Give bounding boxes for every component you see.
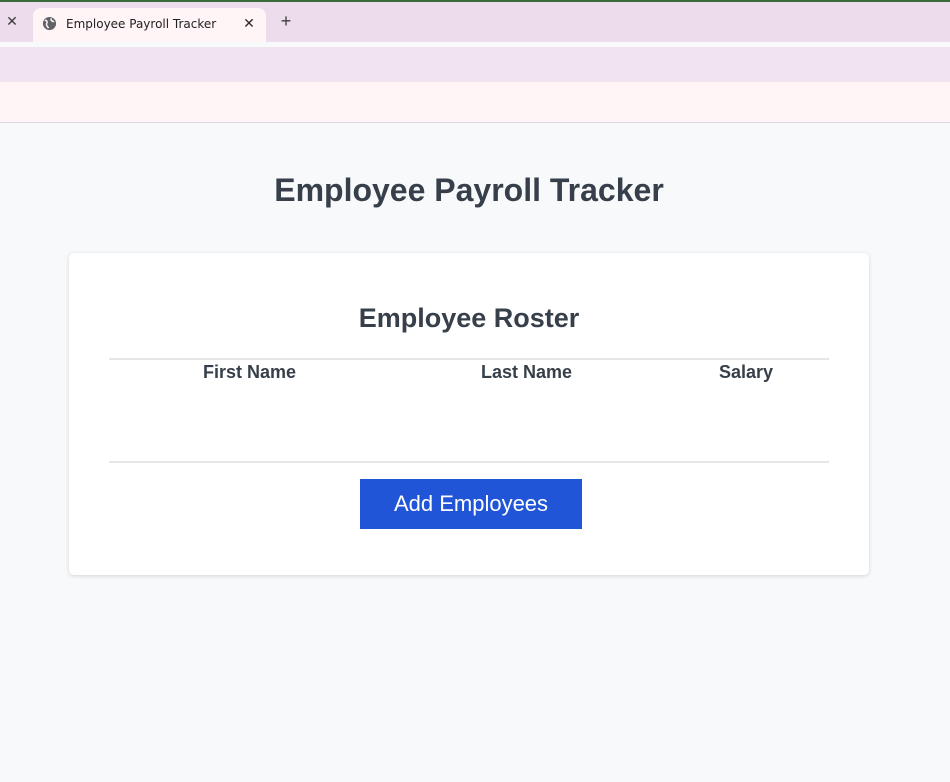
- roster-card: Employee Roster First Name Last Name Sal…: [69, 253, 869, 575]
- column-header-last-name: Last Name: [481, 362, 573, 382]
- tab-bar: ✕ Employee Payroll Tracker ✕ +: [0, 2, 950, 42]
- address-toolbar: [0, 47, 950, 82]
- plus-icon[interactable]: +: [277, 12, 295, 31]
- column-header-salary: Salary: [719, 362, 774, 382]
- table-header-divider: [109, 358, 829, 360]
- table-bottom-divider: [109, 461, 829, 463]
- bookmarks-bar: [0, 82, 950, 123]
- previous-tab-close-icon[interactable]: ✕: [5, 13, 19, 29]
- column-header-first-name: First Name: [203, 362, 297, 382]
- roster-title: Employee Roster: [358, 303, 580, 333]
- tab-title: Employee Payroll Tracker: [66, 17, 217, 31]
- tab-employee-payroll-tracker[interactable]: Employee Payroll Tracker ✕: [33, 8, 266, 42]
- globe-icon: [42, 16, 57, 31]
- add-employees-button[interactable]: Add Employees: [360, 479, 582, 529]
- close-icon[interactable]: ✕: [241, 15, 257, 31]
- page-title: Employee Payroll Tracker: [274, 172, 664, 208]
